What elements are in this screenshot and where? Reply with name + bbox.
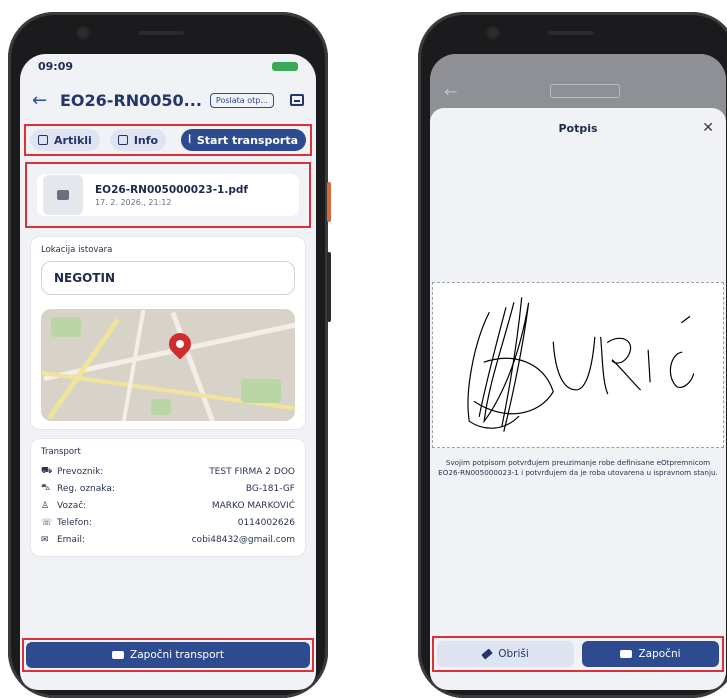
app-screen-signature: ← Potpis ✕ Svojim potpisom potvrđujem pr… xyxy=(430,54,726,690)
phone-frame-left: 09:09 ← EO26-RN0050... Poslata otp... Ar… xyxy=(8,12,331,698)
start-transport-button[interactable]: Započni transport xyxy=(26,642,310,668)
row-key: Email: xyxy=(57,534,86,545)
signature-actions-highlight: Obriši Započni xyxy=(432,636,724,672)
attachment-date: 17. 2. 2026., 21:12 xyxy=(95,197,172,207)
back-arrow-icon: ← xyxy=(444,82,458,101)
transport-label: Transport xyxy=(41,447,81,457)
clear-signature-button[interactable]: Obriši xyxy=(437,641,574,667)
tab-info[interactable]: Info xyxy=(109,129,167,151)
app-header: ← EO26-RN0050... Poslata otp... xyxy=(20,80,316,120)
location-label: Lokacija istovara xyxy=(41,245,113,255)
row-key: Telefon: xyxy=(57,517,92,528)
speaker-grille xyxy=(548,31,594,35)
pdf-file-icon xyxy=(43,175,83,215)
mail-icon: ✉ xyxy=(41,534,49,545)
tab-label: Start transporta xyxy=(196,133,298,147)
transport-row-plate: ⛍ Reg. oznaka: BG-181-GF xyxy=(41,480,295,497)
close-icon[interactable]: ✕ xyxy=(702,120,714,136)
start-button[interactable]: Započni xyxy=(582,641,719,667)
volume-button xyxy=(327,252,331,322)
row-value: TEST FIRMA 2 DOO xyxy=(209,466,295,477)
camera-icon xyxy=(78,28,88,38)
button-label: Obriši xyxy=(498,648,529,660)
car-icon: ⛍ xyxy=(41,483,51,493)
signature-drawing xyxy=(467,297,695,432)
consent-text: Svojim potpisom potvrđujem preuzimanje r… xyxy=(438,458,718,477)
row-value: BG-181-GF xyxy=(245,483,295,494)
phone-icon: ☏ xyxy=(41,517,53,528)
start-transport-highlight: Započni transport xyxy=(22,638,314,672)
app-screen-transport: 09:09 ← EO26-RN0050... Poslata otp... Ar… xyxy=(20,54,316,690)
button-label: Započni xyxy=(638,648,681,660)
box-icon xyxy=(38,135,48,145)
location-field[interactable]: NEGOTIN xyxy=(41,261,295,295)
row-key: Reg. oznaka: xyxy=(57,483,115,494)
attachment-name: EO26-RN005000023-1.pdf xyxy=(95,183,248,196)
row-value: cobi48432@gmail.com xyxy=(191,534,295,545)
transport-card: Transport ⛟ Prevoznik: TEST FIRMA 2 DOO ⛍… xyxy=(30,438,306,557)
tab-label: Info xyxy=(133,133,159,147)
camera-icon xyxy=(488,28,498,38)
tab-start-transport[interactable]: ⦚ Start transporta xyxy=(180,129,306,151)
status-badge: Poslata otp... xyxy=(209,92,274,108)
speaker-grille xyxy=(138,31,184,35)
button-label: Započni transport xyxy=(130,649,224,661)
power-button xyxy=(327,182,331,222)
row-value: MARKO MARKOVIĆ xyxy=(211,500,295,511)
user-icon: ♙ xyxy=(41,500,50,511)
status-time: 09:09 xyxy=(38,60,74,73)
status-badge-dimmed xyxy=(550,84,620,98)
transport-row-email: ✉ Email: cobi48432@gmail.com xyxy=(41,531,295,548)
transport-row-driver: ♙ Vozač: MARKO MARKOVIĆ xyxy=(41,497,295,514)
phone-frame-right: ← Potpis ✕ Svojim potpisom potvrđujem pr… xyxy=(418,12,727,698)
dimmed-background: ← xyxy=(430,54,726,108)
page-title: EO26-RN0050... xyxy=(60,90,202,110)
truck-icon xyxy=(112,651,125,659)
transport-row-phone: ☏ Telefon: 0114002626 xyxy=(41,514,295,531)
signature-pad[interactable] xyxy=(432,282,724,448)
sheet-title: Potpis xyxy=(558,122,598,135)
tab-label: Artikli xyxy=(54,133,92,147)
tab-artikli[interactable]: Artikli xyxy=(30,129,100,151)
attachment-inner: EO26-RN005000023-1.pdf 17. 2. 2026., 21:… xyxy=(37,174,299,216)
truck-icon: ⛟ xyxy=(41,466,53,476)
truck-icon xyxy=(620,650,633,658)
attachment-card[interactable]: EO26-RN005000023-1.pdf 17. 2. 2026., 21:… xyxy=(25,162,311,228)
row-value: 0114002626 xyxy=(237,517,295,528)
eraser-icon xyxy=(481,648,493,660)
back-arrow-icon[interactable]: ← xyxy=(32,90,52,111)
tab-bar: Artikli Info ⦚ Start transporta xyxy=(24,124,312,156)
list-icon xyxy=(117,135,128,145)
signature-sheet: Potpis ✕ Svojim potpisom potvrđujem preu… xyxy=(430,108,726,690)
document-icon[interactable] xyxy=(290,94,304,106)
transport-row-carrier: ⛟ Prevoznik: TEST FIRMA 2 DOO xyxy=(41,463,295,480)
row-key: Vozač: xyxy=(57,500,87,511)
map-view[interactable] xyxy=(41,309,295,421)
status-bar: 09:09 xyxy=(20,54,316,80)
paperclip-icon: ⦚ xyxy=(188,133,191,146)
row-key: Prevoznik: xyxy=(57,466,104,477)
location-card: Lokacija istovara NEGOTIN xyxy=(30,236,306,430)
battery-icon xyxy=(272,62,298,71)
